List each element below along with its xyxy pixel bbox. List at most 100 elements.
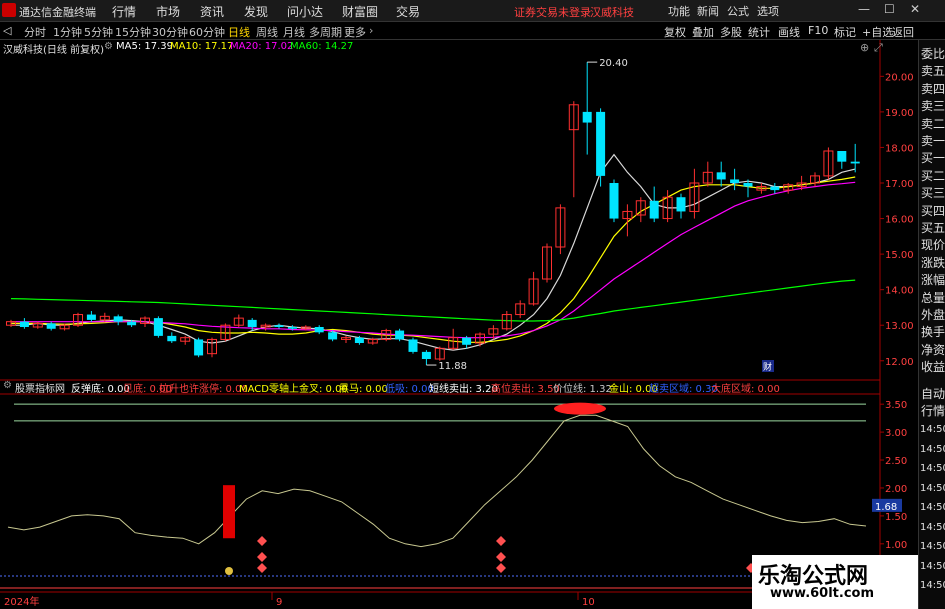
diamond-marker-icon (496, 563, 506, 573)
side-tab[interactable]: 买一 (920, 149, 945, 166)
price-axis-label: 18.00 (885, 143, 914, 154)
side-tab[interactable]: 委比 (920, 45, 945, 62)
price-axis-label: 19.00 (885, 108, 914, 119)
maximize-icon[interactable]: ☐ (884, 2, 895, 16)
price-axis-label: 15.00 (885, 250, 914, 261)
tab-60min[interactable]: 60分钟 (189, 24, 225, 40)
tab-15min[interactable]: 15分钟 (115, 24, 151, 40)
menu-item-hangqing[interactable]: 行情 (112, 3, 136, 20)
watermark-url: www.60lt.com (770, 586, 875, 601)
side-tab[interactable]: 买二 (920, 167, 945, 184)
side-tab[interactable]: 卖四 (920, 80, 945, 97)
menu-gongshi[interactable]: 公式 (727, 3, 749, 19)
candle-body (19, 321, 29, 327)
side-time-label: 14:50 (920, 521, 945, 533)
statistics-button[interactable]: 统计 (748, 24, 770, 40)
window-stock-title: 汉威科技 (590, 6, 634, 19)
tab-1min[interactable]: 1分钟 (53, 24, 82, 40)
tab-monthly[interactable]: 月线 (283, 24, 305, 40)
indicator-gear-icon[interactable]: ⚙ (3, 380, 12, 391)
expand-icon[interactable]: ⤢ (874, 41, 883, 55)
close-icon[interactable]: ✕ (910, 2, 920, 16)
side-tab[interactable]: 收益 (920, 358, 945, 375)
side-tab[interactable]: 涨幅 (920, 271, 945, 288)
indicator-item: 拉升也许涨停: 0.00 (159, 384, 248, 395)
indicator-name[interactable]: 股票指标网 (15, 380, 65, 395)
candle-body (676, 197, 686, 212)
ma10-value: MA10: 17.17 (170, 41, 234, 52)
side-tab-bottom[interactable]: 行情 (920, 402, 945, 419)
side-tab[interactable]: 卖五 (920, 62, 945, 79)
side-tab[interactable]: 总量 (920, 289, 945, 306)
finance-marker-label: 财 (763, 361, 772, 373)
mark-button[interactable]: 标记 (834, 24, 856, 40)
price-axis-label: 12.00 (885, 357, 914, 368)
side-tab[interactable]: 外盘 (920, 306, 945, 323)
return-button[interactable]: 返回 (892, 24, 914, 40)
side-tab[interactable]: 涨跌 (920, 254, 945, 271)
indicator-item: 超卖区域: 0.30 (649, 384, 718, 395)
stock-name-label: 汉威科技(日线 前复权) (3, 45, 104, 56)
side-tab[interactable]: 卖三 (920, 97, 945, 114)
side-tab-bottom[interactable]: 自动 (920, 385, 945, 402)
candle-body (167, 335, 177, 342)
menu-item-zixun[interactable]: 资讯 (200, 3, 224, 20)
multi-stock-button[interactable]: 多股 (720, 24, 742, 40)
price-axis-label: 14.00 (885, 286, 914, 297)
side-tab[interactable]: 现价 (920, 236, 945, 253)
menu-item-faxian[interactable]: 发现 (244, 3, 268, 20)
candle-body (716, 172, 726, 180)
menu-item-shichang[interactable]: 市场 (156, 3, 180, 20)
login-notice[interactable]: 证券交易未登录 (514, 4, 591, 20)
app-logo-icon (2, 3, 16, 17)
add-watchlist-button[interactable]: +自选 (862, 24, 893, 40)
candle-body (743, 183, 753, 187)
tab-30min[interactable]: 30分钟 (152, 24, 188, 40)
tab-more[interactable]: 更多 (344, 24, 366, 40)
diamond-marker-icon (257, 563, 267, 573)
indicator-item: 反弹底: 0.00 (71, 384, 130, 395)
side-tab[interactable]: 买四 (920, 202, 945, 219)
side-tab[interactable]: 卖二 (920, 115, 945, 132)
candle-body (395, 330, 405, 340)
tab-weekly[interactable]: 周线 (256, 24, 278, 40)
fuquan-button[interactable]: 复权 (664, 24, 686, 40)
side-tab[interactable]: 换手 (920, 323, 945, 340)
side-tab[interactable]: 买五 (920, 219, 945, 236)
indicator-item: 短线卖出: 3.20 (429, 384, 498, 395)
indicator-item: 价位线: 1.32 (553, 384, 612, 395)
candle-body (770, 186, 780, 191)
menu-xuanxiang[interactable]: 选项 (757, 3, 779, 19)
side-tab[interactable]: 净资 (920, 341, 945, 358)
menu-item-wenxiaoda[interactable]: 问小达 (287, 3, 323, 20)
back-arrow-icon[interactable]: ◁ (3, 24, 11, 37)
candle-body (86, 314, 96, 320)
side-tab[interactable]: 买三 (920, 184, 945, 201)
menu-item-caifuquan[interactable]: 财富圈 (342, 3, 378, 20)
overlay-button[interactable]: 叠加 (692, 24, 714, 40)
tab-fenshi[interactable]: 分时 (24, 24, 46, 40)
settings-gear-icon[interactable]: ⚙ (104, 41, 113, 52)
candle-body (730, 179, 740, 183)
tab-multi-period[interactable]: 多周期 (309, 24, 342, 40)
zoom-icon[interactable]: ⊕ (860, 41, 869, 54)
candle-body (462, 337, 472, 345)
tab-daily[interactable]: 日线 (228, 24, 250, 40)
minimize-icon[interactable]: — (858, 2, 870, 16)
tab-5min[interactable]: 5分钟 (84, 24, 113, 40)
draw-line-button[interactable]: 画线 (778, 24, 800, 40)
candle-body (582, 111, 592, 123)
side-tab[interactable]: 卖一 (920, 132, 945, 149)
chevron-right-icon[interactable]: › (369, 24, 373, 37)
indicator-item: 黑马: 0.00 (339, 384, 388, 395)
menu-xinwen[interactable]: 新闻 (697, 3, 719, 19)
indicator-title-line: ⚙ 股票指标网 反弹底: 0.00 见底: 0.00 拉升也许涨停: 0.00 MACD零… (0, 380, 880, 395)
menu-gongneng[interactable]: 功能 (668, 3, 690, 19)
f10-button[interactable]: F10 (808, 24, 828, 37)
kline-chart[interactable]: 20.00 19.00 18.00 17.00 16.00 15.00 14.00 13.00… (0, 40, 918, 609)
candle-body (314, 327, 324, 333)
candle-body (247, 319, 257, 327)
menu-item-jiaoyi[interactable]: 交易 (396, 3, 420, 20)
diamond-marker-icon (257, 536, 267, 546)
price-axis-label: 20.00 (885, 72, 914, 83)
